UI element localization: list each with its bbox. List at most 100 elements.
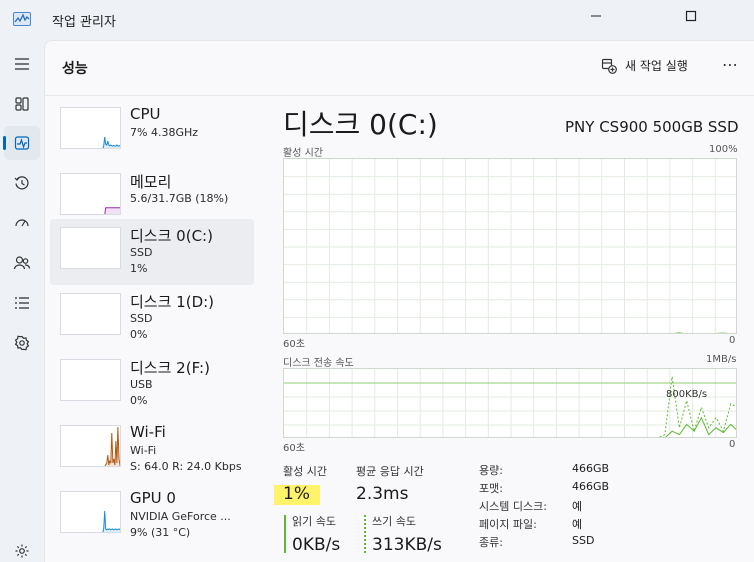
transfer-graph-min: 0 <box>729 439 736 450</box>
thumbnail-area <box>104 207 120 214</box>
property-value: 예 <box>572 500 583 513</box>
device-name: 디스크 2(F:) <box>130 359 210 377</box>
write-speed-value: 313KB/s <box>372 535 442 555</box>
device-item-disk-2[interactable]: 디스크 2(F:) USB 0% <box>50 351 254 417</box>
property-value: 466GB <box>572 480 610 493</box>
thumbnail-trace <box>102 510 120 532</box>
property-value: 466GB <box>572 462 610 475</box>
device-item-gpu-0[interactable]: GPU 0 NVIDIA GeForce ... 9% (31 °C) <box>50 483 254 549</box>
device-thumbnail <box>60 425 121 467</box>
property-key: 시스템 디스크: <box>479 500 547 513</box>
device-model: NVIDIA GeForce ... <box>130 510 231 523</box>
active-time-graph-min: 0 <box>729 335 736 346</box>
property-row: 시스템 디스크: 예 <box>479 498 754 516</box>
device-thumbnail <box>60 491 121 533</box>
device-thumbnail <box>60 227 121 269</box>
nav-item-users[interactable] <box>4 246 40 280</box>
disk-model: PNY CS900 500GB SSD <box>565 118 739 136</box>
response-time-label: 평균 응답 시간 <box>356 465 424 478</box>
property-row: 포맷: 466GB <box>479 480 754 498</box>
transfer-graph-label: 디스크 전송 속도 <box>283 358 354 369</box>
transfer-rate-graph: 800KB/s <box>283 368 737 438</box>
device-usage: 0% <box>130 394 148 407</box>
performance-icon <box>14 136 30 150</box>
active-time-stat-value: 1% <box>283 484 310 504</box>
device-name: 디스크 1(D:) <box>130 293 215 311</box>
task-manager-window: 작업 관리자 성능 새 작업 실행 ⋯ CPU 7% 4.38GHz 메모리 5… <box>0 0 754 562</box>
title-bar: 작업 관리자 <box>0 0 754 40</box>
response-time-value: 2.3ms <box>356 484 409 504</box>
nav-item-startup-apps[interactable] <box>4 206 40 240</box>
property-key: 용량: <box>479 464 503 477</box>
users-icon <box>13 256 31 270</box>
device-name: 디스크 0(C:) <box>130 227 213 245</box>
device-item-disk-0[interactable]: 디스크 0(C:) SSD 1% <box>50 219 254 285</box>
new-task-icon <box>601 58 617 74</box>
details-icon <box>15 297 29 309</box>
run-new-task-label: 새 작업 실행 <box>625 59 688 73</box>
device-type: Wi-Fi <box>130 444 157 457</box>
read-speed-label: 읽기 속도 <box>292 515 336 528</box>
device-name: CPU <box>130 105 161 123</box>
device-thumbnail <box>60 107 121 149</box>
nav-item-app-history[interactable] <box>4 166 40 200</box>
property-row: 페이지 파일: 예 <box>479 516 754 534</box>
device-type: SSD <box>130 312 153 325</box>
device-thumbnail <box>60 359 121 401</box>
settings-icon <box>15 544 29 558</box>
device-detail: 5.6/31.7GB (18%) <box>130 192 229 205</box>
property-value: SSD <box>572 534 595 547</box>
nav-menu-button[interactable] <box>4 47 40 81</box>
more-options-button[interactable]: ⋯ <box>722 55 739 74</box>
property-key: 포맷: <box>479 482 503 495</box>
property-value: 예 <box>572 518 583 531</box>
nav-item-details[interactable] <box>4 286 40 320</box>
nav-item-performance[interactable] <box>3 126 40 160</box>
minimize-button[interactable] <box>573 0 619 32</box>
property-row: 용량: 466GB <box>479 462 754 480</box>
write-speed-label: 쓰기 속도 <box>372 515 416 528</box>
more-icon: ⋯ <box>722 55 739 74</box>
property-row: 종류: SSD <box>479 534 754 552</box>
thumbnail-area <box>103 137 120 148</box>
device-name: GPU 0 <box>130 489 176 507</box>
property-key: 페이지 파일: <box>479 518 537 531</box>
app-history-icon <box>14 176 29 190</box>
device-usage: 9% (31 °C) <box>130 526 191 539</box>
active-time-graph-label: 활성 시간 <box>283 148 323 159</box>
transfer-graph-annotation: 800KB/s <box>666 389 708 400</box>
device-usage: 0% <box>130 328 148 341</box>
nav-item-settings[interactable] <box>4 534 40 562</box>
page-title: 성능 <box>62 61 88 77</box>
active-time-area <box>678 332 681 333</box>
run-new-task-button[interactable]: 새 작업 실행 <box>601 57 688 74</box>
device-type: SSD <box>130 246 153 259</box>
property-key: 종류: <box>479 536 503 549</box>
read-speed-legend <box>284 515 286 553</box>
nav-item-services[interactable] <box>4 326 40 360</box>
device-throughput: S: 64.0 R: 24.0 Kbps <box>130 460 242 473</box>
device-thumbnail <box>60 293 121 335</box>
content-panel: 성능 새 작업 실행 ⋯ CPU 7% 4.38GHz 메모리 5.6/31.7… <box>44 40 754 562</box>
read-speed-value: 0KB/s <box>292 535 341 555</box>
device-detail: 7% 4.38GHz <box>130 126 199 139</box>
device-name: Wi-Fi <box>130 423 166 441</box>
active-time-graph <box>283 158 737 334</box>
device-thumbnail <box>60 173 121 215</box>
transfer-graph-max: 1MB/s <box>706 354 737 365</box>
device-type: USB <box>130 378 153 391</box>
active-time-graph-max: 100% <box>709 144 738 155</box>
task-manager-logo-icon <box>13 11 31 27</box>
hamburger-icon <box>15 58 29 70</box>
active-time-stat-label: 활성 시간 <box>283 465 327 478</box>
device-item-disk-1[interactable]: 디스크 1(D:) SSD 0% <box>50 285 254 351</box>
maximize-button[interactable] <box>668 0 714 32</box>
detail-title: 디스크 0(C:) <box>283 108 438 141</box>
device-item-cpu[interactable]: CPU 7% 4.38GHz <box>50 99 254 165</box>
device-item-wifi[interactable]: Wi-Fi Wi-Fi S: 64.0 R: 24.0 Kbps <box>50 417 254 483</box>
active-time-graph-x-label: 60초 <box>283 339 305 350</box>
active-time-series <box>673 332 730 333</box>
processes-icon <box>15 97 29 111</box>
nav-item-processes[interactable] <box>4 87 40 121</box>
left-navigation <box>0 40 44 562</box>
